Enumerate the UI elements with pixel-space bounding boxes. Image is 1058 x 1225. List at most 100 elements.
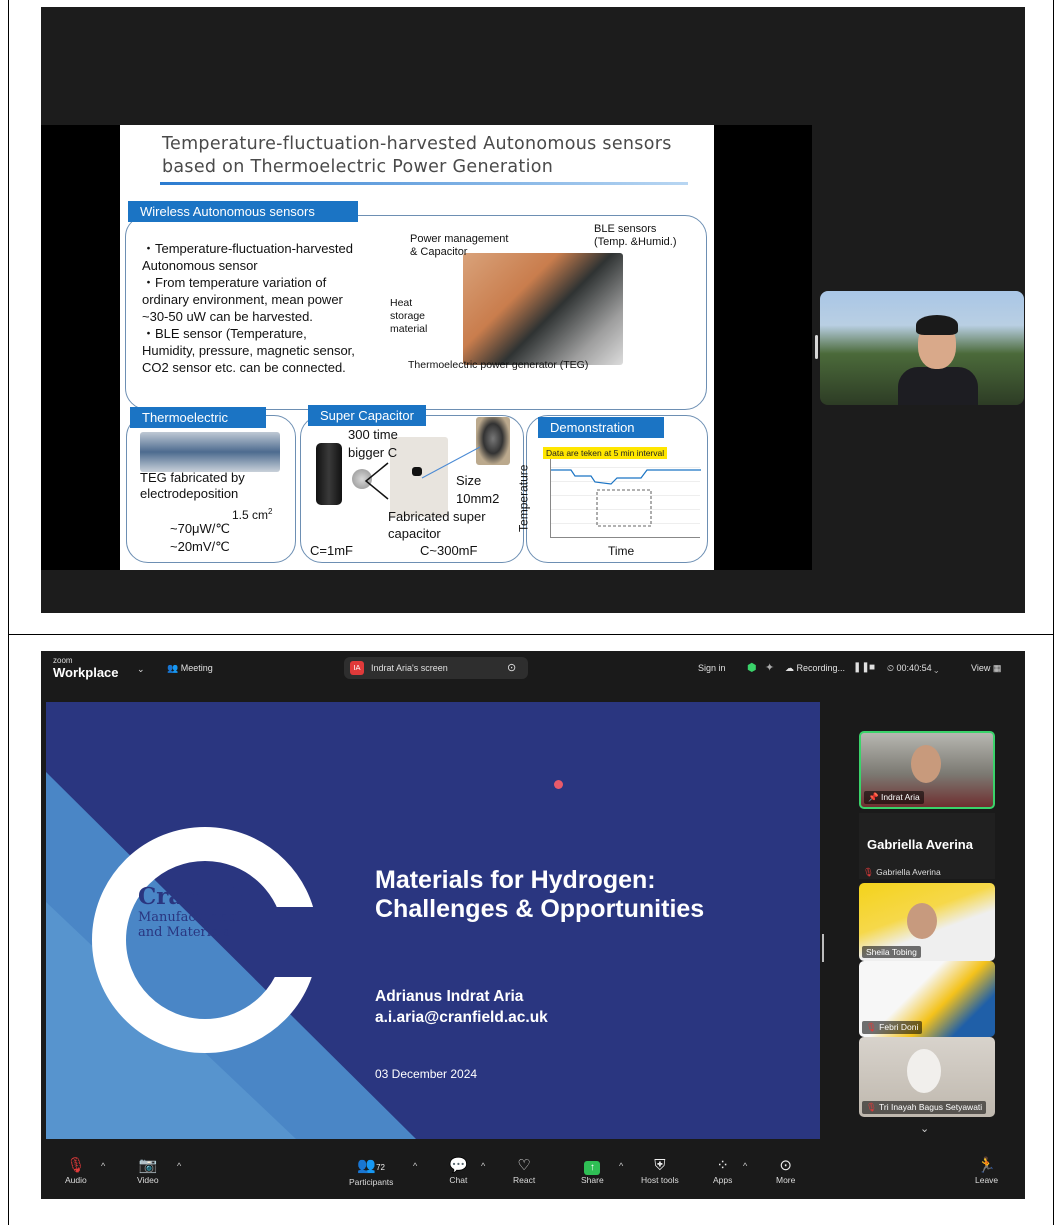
muted-mic-icon: 🎙 — [863, 867, 874, 877]
cranfield-c-gap — [256, 907, 336, 977]
participant-name-label: 🎙 Febri Doni — [862, 1021, 923, 1034]
ai-sparkle-icon[interactable]: ✦ — [765, 661, 774, 674]
more-button[interactable]: ⊙ More — [776, 1157, 795, 1185]
cranfield-wordmark: Cranfield Manufacturing and Materials — [138, 884, 256, 941]
sc-fabricated-2: capacitor — [388, 526, 441, 541]
chat-icon: 💬 — [449, 1157, 468, 1174]
panel-splitter[interactable] — [822, 934, 824, 962]
chat-options-caret[interactable]: ^ — [481, 1161, 485, 1171]
gallery-tile-gabriella[interactable]: Gabriella Averina 🎙 Gabriella Averina — [859, 813, 995, 879]
shared-slide-thermoelectric: Temperature-fluctuation-harvested Autono… — [120, 125, 714, 570]
top-screenshot: Temperature-fluctuation-harvested Autono… — [41, 7, 1025, 613]
zoom-logo-small: zoom — [53, 656, 73, 665]
more-dots-icon: ⊙ — [779, 1157, 792, 1174]
presentation-title: Materials for Hydrogen: Challenges & Opp… — [375, 866, 795, 924]
speaker-hair — [916, 315, 958, 335]
apps-options-caret[interactable]: ^ — [743, 1161, 747, 1171]
participants-button[interactable]: 👥72 Participants — [349, 1157, 393, 1187]
leave-button[interactable]: 🏃 Leave — [975, 1157, 998, 1185]
clock-icon: ⏲ — [887, 663, 895, 673]
sc-c2: C~300mF — [420, 543, 478, 558]
view-button[interactable]: View ▦ — [971, 663, 1001, 674]
share-options-caret[interactable]: ^ — [619, 1161, 623, 1171]
presenter-name: Adrianus Indrat Aria — [375, 988, 524, 1005]
security-shield-icon[interactable]: ⬢ — [747, 661, 757, 674]
react-label: React — [513, 1175, 536, 1185]
participant-name: Indrat Aria — [880, 792, 920, 802]
meeting-menu[interactable]: 👥 Meeting — [167, 663, 213, 674]
gallery-tile-febri[interactable]: 🎙 Febri Doni — [859, 961, 995, 1037]
sc-size: Size — [456, 473, 482, 488]
pause-recording-icon[interactable]: ❚❚ — [853, 662, 870, 673]
gallery-resize-handle[interactable] — [815, 335, 818, 359]
pin-icon: 📌 — [868, 792, 879, 802]
video-options-caret[interactable]: ^ — [177, 1161, 181, 1171]
gallery-tile-sheila[interactable]: Sheila Tobing — [859, 883, 995, 961]
share-button[interactable]: ↑ Share — [581, 1157, 604, 1185]
screen-share-indicator[interactable]: IA Indrat Aria's screen ⊙ — [344, 657, 528, 679]
demonstration-tag: Demonstration — [538, 417, 664, 438]
recording-label: Recording... — [796, 663, 846, 673]
more-options-icon[interactable]: ⊙ — [507, 661, 516, 674]
presentation-date: 03 December 2024 — [375, 1067, 478, 1081]
sc-300-time: 300 time — [348, 427, 398, 442]
share-label: Share — [581, 1175, 604, 1185]
logo-line-3: and Materials — [138, 925, 230, 940]
zoom-top-bar: zoom Workplace ⌄ 👥 Meeting IA Indrat Ari… — [41, 651, 1025, 687]
laser-pointer — [554, 780, 563, 789]
video-label: Video — [137, 1175, 159, 1185]
participant-display-name: Gabriella Averina — [867, 837, 973, 852]
sc-c1: C=1mF — [310, 543, 353, 558]
audio-options-caret[interactable]: ^ — [101, 1161, 105, 1171]
chevron-down-icon[interactable]: ⌄ — [137, 664, 145, 675]
react-button[interactable]: ♡ React — [513, 1157, 535, 1185]
zoom-logo-big: Workplace — [53, 665, 119, 680]
participant-name: Gabriella Averina — [876, 867, 941, 877]
muted-mic-icon: 🎙 — [866, 1102, 877, 1112]
leave-icon: 🏃 — [977, 1157, 996, 1174]
sign-in-link[interactable]: Sign in — [698, 663, 726, 673]
apps-label: Apps — [713, 1175, 733, 1185]
gallery-tile-tri[interactable]: 🎙 Tri Inayah Bagus Setyawati — [859, 1037, 995, 1117]
demo-note: Data are teken at 5 min interval — [543, 447, 668, 459]
meeting-label: Meeting — [180, 663, 213, 673]
sc-bigger: bigger C — [348, 445, 398, 460]
slide-letterbox-left — [41, 125, 120, 570]
audio-label: Audio — [65, 1175, 87, 1185]
demo-chart-line — [551, 469, 701, 527]
view-label: View — [971, 663, 991, 673]
host-tools-label: Host tools — [641, 1175, 679, 1185]
apps-icon: ⁘ — [716, 1157, 729, 1174]
timer-value: 00:40:54 — [896, 663, 932, 673]
zoom-workplace-logo[interactable]: zoom Workplace — [53, 657, 119, 681]
share-avatar-badge: IA — [350, 661, 364, 675]
chat-button[interactable]: 💬 Chat — [449, 1157, 468, 1185]
apps-button[interactable]: ⁘ Apps — [713, 1157, 732, 1185]
demo-ylabel: Temperature — [516, 464, 531, 532]
audio-button[interactable]: 🎙 Audio — [65, 1157, 87, 1185]
meeting-timer[interactable]: ⏲ 00:40:54 ⌄ — [887, 663, 938, 674]
meeting-icon: 👥 — [167, 663, 179, 673]
sc-fabricated: Fabricated super — [388, 509, 486, 524]
participants-count: 72 — [376, 1163, 385, 1172]
participant-name: Febri Doni — [879, 1022, 919, 1032]
title-line-2: Challenges & Opportunities — [375, 895, 705, 923]
speaker-video-tile[interactable] — [820, 291, 1024, 405]
host-tools-button[interactable]: ⛨ Host tools — [641, 1157, 679, 1185]
video-button[interactable]: 📷 Video — [137, 1157, 159, 1185]
participant-name-label: Sheila Tobing — [862, 946, 921, 958]
participant-name: Tri Inayah Bagus Setyawati — [879, 1102, 983, 1112]
participant-name-label: 📌 Indrat Aria — [864, 791, 924, 804]
gallery-tile-indrat[interactable]: 📌 Indrat Aria — [859, 731, 995, 809]
chat-label: Chat — [449, 1175, 468, 1185]
share-screen-icon: ↑ — [584, 1161, 601, 1175]
participant-hijab — [907, 1049, 941, 1093]
logo-line-2: Manufacturing — [138, 910, 237, 925]
participants-options-caret[interactable]: ^ — [413, 1161, 417, 1171]
gallery-scroll-down-icon[interactable]: ⌄ — [920, 1122, 929, 1135]
stop-recording-icon[interactable]: ■ — [869, 662, 875, 673]
leave-label: Leave — [975, 1175, 999, 1185]
table-row-divider — [8, 634, 1054, 635]
participants-icon: 👥72 — [357, 1157, 385, 1174]
recording-status[interactable]: ☁ Recording... — [785, 663, 845, 674]
